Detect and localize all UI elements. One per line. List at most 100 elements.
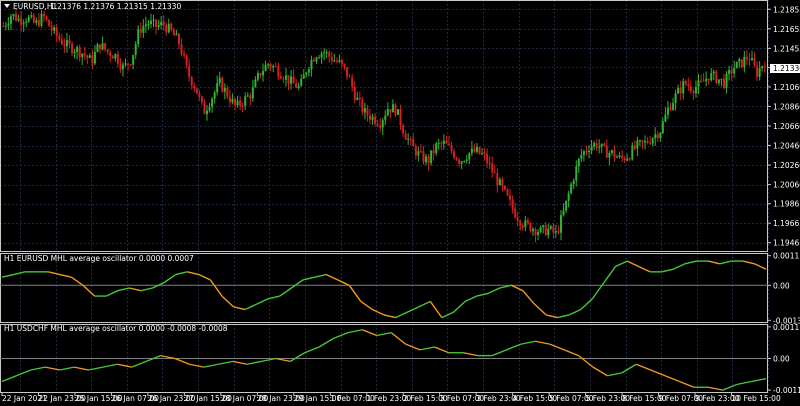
osc-segment [347, 329, 363, 334]
candle-body [666, 107, 669, 115]
time-axis[interactable]: 22 Jan 202122 Jan 23:0025 Jan 15:0026 Ja… [1, 393, 781, 403]
osc-segment [117, 363, 132, 368]
candle-body [460, 161, 463, 164]
candle-body [412, 138, 415, 147]
candle-body [165, 25, 168, 33]
osc-segment [742, 260, 755, 265]
candle-body [537, 232, 540, 235]
candle-body [368, 115, 371, 120]
candle-body [514, 208, 517, 218]
candle-body [228, 96, 231, 103]
candle-body [78, 47, 81, 58]
candle-body [262, 71, 265, 76]
osc-segment [520, 340, 536, 345]
candle-body [200, 96, 203, 103]
osc1-axis: 0.00110.00-0.0013 [768, 252, 800, 325]
candle-body [488, 163, 491, 165]
candle-body [402, 125, 405, 134]
osc-segment [221, 295, 234, 308]
candle-body [493, 172, 496, 174]
candle-body [730, 70, 733, 74]
osc-segment [244, 303, 257, 311]
candle-body [524, 220, 527, 228]
candle-body [111, 56, 114, 59]
osc-segment [549, 343, 565, 351]
candle-body [722, 78, 725, 88]
osc-segment [664, 375, 680, 383]
osc-segment [233, 306, 246, 311]
candle-body [310, 59, 313, 70]
osc-segment [209, 279, 223, 297]
candle-body [335, 60, 338, 62]
price-tick-label: 1.20260 [773, 161, 800, 170]
candle-body [81, 53, 84, 58]
candle-body [277, 66, 280, 77]
candle-body [682, 81, 685, 94]
osc-segment [318, 337, 334, 348]
candle-body [763, 66, 766, 68]
candle-body [167, 23, 170, 33]
osc-segment [198, 273, 211, 281]
candle-body [223, 87, 226, 92]
triangle-down-icon[interactable] [4, 4, 10, 8]
price-tick-label: 1.20660 [773, 122, 800, 131]
candle-body [430, 150, 433, 164]
osc-segment [13, 271, 26, 276]
candle-body [475, 147, 478, 152]
osc-segment [661, 268, 674, 273]
candle-body [577, 158, 580, 167]
candle-body [552, 226, 555, 233]
candle-body [114, 54, 117, 59]
osc-segment [452, 300, 466, 313]
candle-body [236, 100, 239, 106]
candle-body [93, 51, 96, 64]
price-axis[interactable]: 1.218551.216551.214551.212601.210601.208… [768, 5, 800, 248]
candle-body [256, 73, 259, 80]
candle-body [35, 20, 38, 23]
osc-segment [1, 273, 14, 278]
candles[interactable] [2, 8, 766, 243]
osc-segment [615, 260, 628, 268]
chart-canvas[interactable]: 1.218551.216551.214551.212601.210601.208… [0, 0, 800, 406]
candle-body [91, 55, 94, 64]
candle-body [450, 144, 453, 152]
osc-segment [621, 363, 637, 374]
candle-body [399, 109, 402, 126]
candle-body [386, 108, 389, 116]
candle-body [279, 76, 282, 79]
candle-body [743, 56, 746, 68]
mt4-chart-window[interactable]: 1.218551.216551.214551.212601.210601.208… [0, 0, 800, 406]
osc-tick-label: 0.0011 [773, 252, 799, 261]
osc1-lines [0, 260, 768, 319]
candle-body [269, 64, 272, 68]
candle-body [127, 63, 130, 65]
osc-segment [1, 375, 17, 383]
candle-body [758, 68, 761, 77]
candle-body [549, 226, 552, 229]
candle-body [149, 20, 152, 24]
candle-body [183, 54, 186, 56]
candle-body [343, 63, 346, 68]
candle-body [394, 104, 397, 115]
candle-body [330, 56, 333, 62]
candle-body [206, 110, 209, 115]
candle-body [427, 156, 430, 164]
candle-body [621, 155, 624, 158]
candle-body [567, 193, 570, 201]
osc-segment [290, 279, 304, 289]
candle-body [249, 95, 252, 99]
candle-body [705, 78, 708, 82]
candle-body [63, 44, 66, 47]
candle-body [55, 27, 58, 36]
candle-body [750, 57, 753, 61]
osc-segment [568, 308, 582, 316]
candle-body [376, 123, 379, 126]
candle-body [328, 52, 331, 57]
osc-segment [88, 366, 104, 371]
candle-body [384, 115, 387, 121]
current-price-marker: 1.21330 [770, 64, 800, 73]
candle-body [139, 29, 142, 33]
osc-segment [722, 383, 738, 391]
candle-body [132, 54, 135, 65]
osc2-axis: 0.00110.00-0.0011 [768, 323, 800, 395]
